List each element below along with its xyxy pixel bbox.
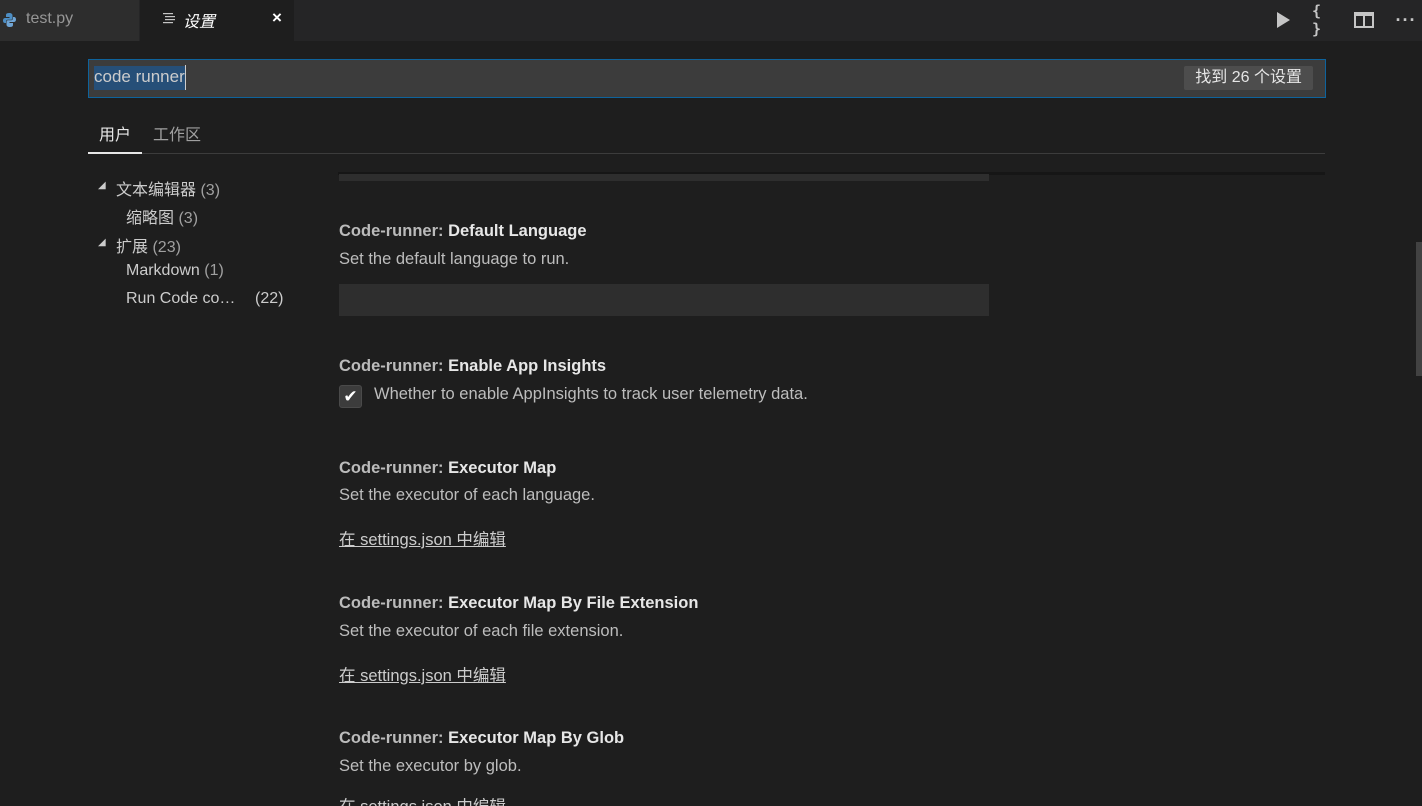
- toc-item-label: Markdown: [126, 262, 200, 279]
- open-json-icon[interactable]: { }: [1312, 2, 1338, 38]
- tab-user[interactable]: 用户: [99, 121, 131, 145]
- toc-item-label: 文本编辑器: [116, 182, 197, 199]
- text-caret: [185, 65, 186, 90]
- settings-search-input[interactable]: code runner 找到 26 个设置: [88, 59, 1326, 98]
- search-value: code runner: [94, 67, 185, 86]
- toc-item-text-editor[interactable]: 文本编辑器 (3): [116, 176, 220, 200]
- toc-item-minimap[interactable]: 缩略图 (3): [126, 204, 198, 228]
- toc-item-count: (1): [204, 262, 224, 279]
- setting-description: Set the executor of each language.: [339, 486, 595, 504]
- toc-item-markdown[interactable]: Markdown (1): [126, 262, 224, 280]
- setting-title: Code-runner: Default Language: [339, 222, 587, 241]
- expanded-twisty-icon[interactable]: ◢: [98, 180, 106, 191]
- toc-item-label: Run Code co…: [126, 290, 236, 307]
- setting-name: Executor Map By Glob: [448, 729, 625, 747]
- default-language-input[interactable]: [339, 284, 989, 316]
- toc-item-extensions[interactable]: 扩展 (23): [116, 233, 181, 257]
- setting-description: Set the default language to run.: [339, 250, 570, 268]
- toc-item-count: (3): [178, 210, 199, 227]
- vertical-scrollbar-thumb[interactable]: [1416, 242, 1422, 376]
- expanded-twisty-icon[interactable]: ◢: [98, 237, 106, 248]
- active-tab-indicator: [88, 152, 142, 154]
- setting-title: Code-runner: Executor Map By File Extens…: [339, 594, 698, 613]
- toc-item-run-code[interactable]: Run Code co…: [126, 290, 235, 308]
- tab-workspace[interactable]: 工作区: [153, 121, 201, 145]
- settings-list-icon: [163, 13, 175, 24]
- setting-name: Executor Map By File Extension: [448, 594, 699, 612]
- setting-title: Code-runner: Enable App Insights: [339, 357, 606, 376]
- setting-category: Code-runner:: [339, 357, 449, 375]
- setting-name: Enable App Insights: [448, 357, 607, 375]
- enable-app-insights-checkbox[interactable]: ✔: [339, 385, 362, 408]
- more-actions-icon[interactable]: ···: [1394, 9, 1418, 31]
- setting-category: Code-runner:: [339, 459, 449, 477]
- toc-item-count: (22): [255, 290, 284, 307]
- toc-item-label: 缩略图: [126, 210, 175, 227]
- tab-settings[interactable]: 设置 ×: [140, 0, 294, 41]
- toc-item-count: (23): [152, 239, 181, 256]
- setting-description: Set the executor of each file extension.: [339, 622, 624, 640]
- tab-test-py[interactable]: test.py: [0, 0, 139, 41]
- settings-scope-tabs: 用户 工作区: [88, 112, 1325, 154]
- previous-setting-input: [339, 174, 989, 181]
- setting-name: Executor Map: [448, 459, 557, 477]
- toc-item-count: (3): [200, 182, 221, 199]
- setting-description: Whether to enable AppInsights to track u…: [374, 385, 808, 403]
- tab-label: 设置: [183, 14, 216, 31]
- close-icon[interactable]: ×: [270, 8, 284, 28]
- setting-category: Code-runner:: [339, 729, 449, 747]
- toc-item-label: 扩展: [116, 239, 149, 256]
- setting-description: Set the executor by glob.: [339, 757, 522, 775]
- edit-in-settings-json-link[interactable]: 在 settings.json 中编辑: [339, 793, 506, 806]
- edit-in-settings-json-link[interactable]: 在 settings.json 中编辑: [339, 662, 506, 686]
- python-icon: [3, 13, 16, 27]
- run-icon[interactable]: [1272, 9, 1294, 31]
- edit-in-settings-json-link[interactable]: 在 settings.json 中编辑: [339, 526, 506, 550]
- editor-tab-bar: test.py 设置 × { } ···: [0, 0, 1422, 41]
- setting-title: Code-runner: Executor Map: [339, 459, 556, 478]
- search-result-count-badge: 找到 26 个设置: [1184, 66, 1313, 90]
- setting-category: Code-runner:: [339, 594, 449, 612]
- split-editor-icon[interactable]: [1353, 9, 1375, 31]
- setting-title: Code-runner: Executor Map By Glob: [339, 729, 624, 748]
- setting-name: Default Language: [448, 222, 587, 240]
- tab-label: test.py: [26, 10, 74, 27]
- setting-category: Code-runner:: [339, 222, 449, 240]
